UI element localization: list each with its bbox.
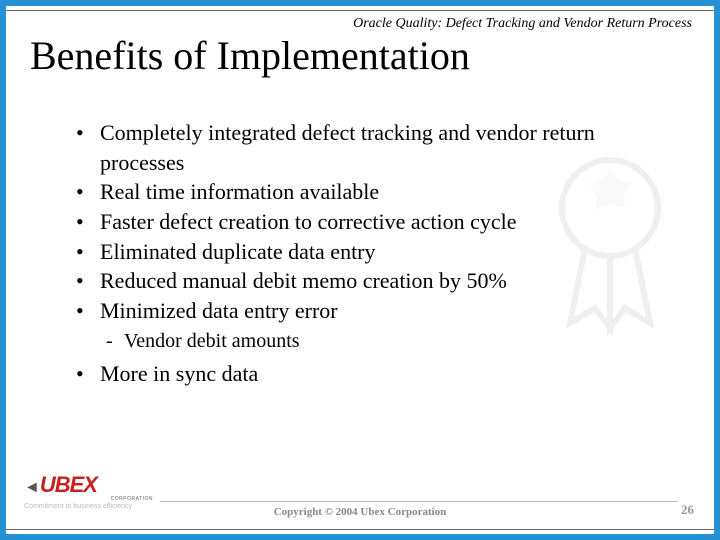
sub-bullet-text: Vendor debit amounts (124, 330, 300, 352)
bullet-item: Faster defect creation to corrective act… (76, 207, 670, 237)
logo-text: UBEX (40, 472, 97, 497)
bullet-item: Completely integrated defect tracking an… (76, 118, 670, 177)
footer: ◄UBEX CORPORATION Commitment to business… (0, 478, 720, 532)
bullet-item: More in sync data (76, 359, 670, 389)
bullet-text: Eliminated duplicate data entry (100, 239, 376, 264)
bullet-item: Reduced manual debit memo creation by 50… (76, 266, 670, 296)
copyright-text: Copyright © 2004 Ubex Corporation (0, 506, 720, 518)
sub-bullet-item: Vendor debit amounts (76, 328, 670, 355)
logo-arrow-icon: ◄ (24, 479, 40, 496)
bullet-text: Reduced manual debit memo creation by 50… (100, 268, 507, 293)
footer-divider (160, 501, 678, 502)
bullet-text: Minimized data entry error (100, 298, 338, 323)
bullet-item: Eliminated duplicate data entry (76, 237, 670, 267)
header-subtitle: Oracle Quality: Defect Tracking and Vend… (353, 16, 692, 32)
bullet-text: Faster defect creation to corrective act… (100, 209, 517, 234)
content-area: Completely integrated defect tracking an… (76, 118, 670, 389)
bullet-text: More in sync data (100, 361, 258, 386)
bullet-text: Completely integrated defect tracking an… (100, 120, 595, 175)
page-number: 26 (681, 502, 694, 518)
bullet-text: Real time information available (100, 179, 379, 204)
bullet-item: Real time information available (76, 177, 670, 207)
slide-title: Benefits of Implementation (30, 32, 470, 79)
bullet-item: Minimized data entry error (76, 296, 670, 326)
